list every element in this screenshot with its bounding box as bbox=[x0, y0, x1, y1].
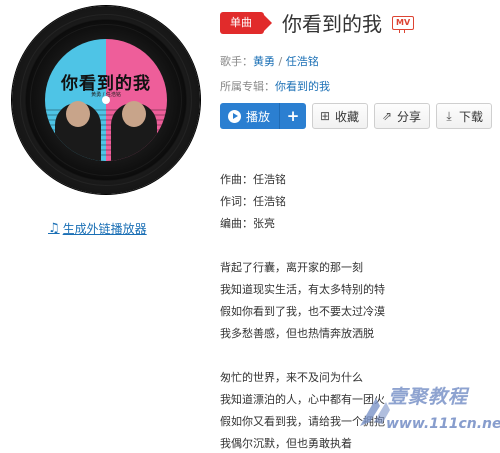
lyric-line: 我知道漂泊的人，心中都有一团火 bbox=[220, 393, 385, 406]
song-header: 单曲 你看到的我 MV bbox=[220, 8, 415, 37]
collect-label: 收藏 bbox=[335, 109, 360, 124]
play-label: 播放 bbox=[246, 109, 271, 124]
play-icon bbox=[228, 109, 241, 123]
add-to-playlist-button[interactable]: + bbox=[280, 103, 307, 129]
play-button[interactable]: 播放 bbox=[220, 103, 281, 129]
lyrics-panel: 作曲：任浩铭 作词：任浩铭 编曲：张亮 背起了行囊，离开家的那一刻 我知道现实生… bbox=[220, 172, 385, 453]
lyric-line: 我多愁善感，但也热情奔放洒脱 bbox=[220, 327, 374, 340]
album-link[interactable]: 你看到的我 bbox=[275, 80, 330, 93]
singer-label: 歌手： bbox=[220, 55, 253, 68]
song-title: 你看到的我 bbox=[282, 12, 382, 36]
lyric-line: 匆忙的世界，来不及问为什么 bbox=[220, 371, 363, 384]
lyric-line: 我知道现实生活，有太多特别的特 bbox=[220, 283, 385, 296]
share-icon: ⇗ bbox=[382, 109, 393, 123]
download-label: 下载 bbox=[459, 109, 484, 124]
mv-icon[interactable]: MV bbox=[392, 15, 415, 33]
share-label: 分享 bbox=[397, 109, 422, 124]
artist-figure bbox=[111, 101, 157, 161]
share-button[interactable]: ⇗ 分享 bbox=[374, 103, 431, 129]
external-player-link[interactable]: ♫ 生成外链播放器 bbox=[48, 220, 147, 237]
album-record: 你看到的我 黄勇 / 任浩铭 bbox=[12, 6, 200, 194]
lyric-line: 假如你看到了我，也不要太过冷漠 bbox=[220, 305, 385, 318]
music-note-icon: ♫ bbox=[48, 221, 60, 236]
singer-row: 歌手：黄勇 / 任浩铭 bbox=[220, 53, 319, 69]
external-player-label: 生成外链播放器 bbox=[62, 222, 147, 236]
play-button-group: 播放 + bbox=[220, 103, 307, 129]
artist-figure bbox=[55, 101, 101, 161]
lyric-line: 作曲：任浩铭 bbox=[220, 173, 286, 186]
lyric-line bbox=[220, 348, 385, 370]
collect-button[interactable]: ⊞ 收藏 bbox=[312, 103, 369, 129]
single-badge: 单曲 bbox=[220, 11, 272, 34]
watermark-brand: 壹聚教程 bbox=[388, 386, 469, 408]
watermark-url: www.111cn.net bbox=[386, 416, 500, 432]
singer-link[interactable]: 黄勇 bbox=[253, 55, 275, 68]
lyric-line bbox=[220, 238, 385, 260]
collect-icon: ⊞ bbox=[319, 109, 331, 123]
artist-head bbox=[122, 101, 146, 127]
download-icon: ⤓ bbox=[446, 108, 452, 123]
lyric-line: 编曲：张亮 bbox=[220, 217, 275, 230]
album-label: 所属专辑： bbox=[220, 80, 275, 93]
action-bar: 播放 + ⊞ 收藏 ⇗ 分享 ⤓ 下载 bbox=[220, 103, 493, 129]
lyric-line: 作词：任浩铭 bbox=[220, 195, 286, 208]
download-button[interactable]: ⤓ 下载 bbox=[436, 103, 493, 129]
album-row: 所属专辑：你看到的我 bbox=[220, 78, 330, 94]
lyric-line: 假如你又看到我，请给我一个拥抱 bbox=[220, 415, 385, 428]
singer-separator: / bbox=[275, 55, 286, 68]
lyric-line: 我偶尔沉默，但也勇敢执着 bbox=[220, 437, 352, 450]
singer-link[interactable]: 任浩铭 bbox=[286, 55, 319, 68]
lyric-line: 背起了行囊，离开家的那一刻 bbox=[220, 261, 363, 274]
record-center-hole bbox=[102, 96, 110, 104]
artist-head bbox=[66, 101, 90, 127]
